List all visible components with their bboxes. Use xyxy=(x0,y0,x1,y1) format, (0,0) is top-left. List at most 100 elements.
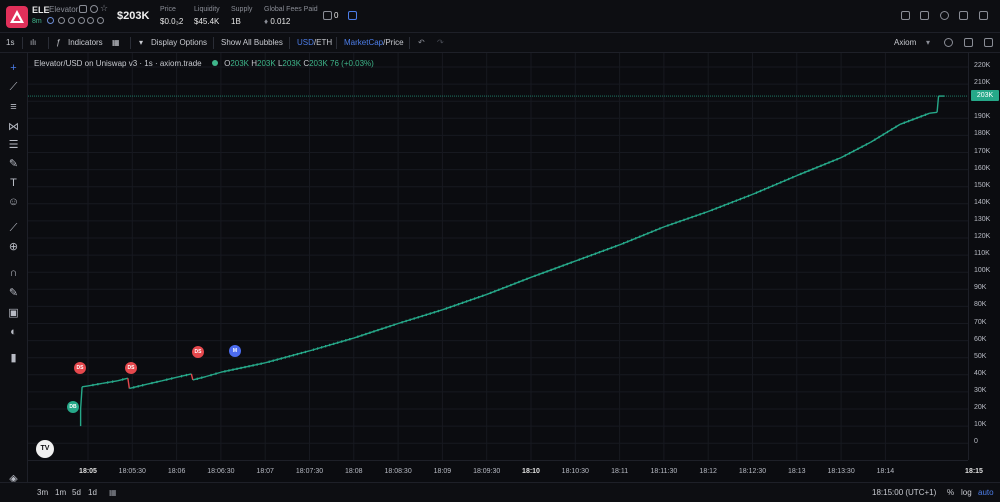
log-toggle[interactable]: log xyxy=(961,488,972,497)
candle xyxy=(848,152,851,155)
candle xyxy=(768,186,770,189)
ruler-icon[interactable]: ⟋ xyxy=(7,222,20,234)
zoom-icon[interactable]: ⊕ xyxy=(7,241,20,253)
interval-selector[interactable]: 1s xyxy=(6,38,14,47)
share-icon[interactable] xyxy=(90,5,98,13)
tradingview-logo[interactable]: TV xyxy=(36,440,54,458)
trash-icon[interactable]: ▮ xyxy=(7,352,20,364)
crosshair-icon[interactable]: + xyxy=(7,62,20,74)
star-icon[interactable]: ☆ xyxy=(100,4,108,13)
source-selector[interactable]: Axiom xyxy=(894,38,916,47)
chart-canvas[interactable] xyxy=(28,53,968,460)
price-chart[interactable]: Elevator/USD on Uniswap v3 · 1s · axiom.… xyxy=(28,53,968,460)
chevron-down-icon[interactable]: ▾ xyxy=(139,38,143,47)
candle xyxy=(578,258,580,261)
candle xyxy=(196,377,198,380)
brush-icon[interactable]: ✎ xyxy=(7,158,20,170)
time-axis[interactable]: 18:05 18:05:30 18:06 18:06:30 18:07 18:07:30 1… xyxy=(28,460,983,482)
emoji-icon[interactable]: ☺ xyxy=(7,196,20,208)
candle xyxy=(185,373,188,377)
trade-bubble[interactable]: M xyxy=(229,345,241,357)
candle xyxy=(912,118,914,121)
swap-icon[interactable] xyxy=(959,11,968,20)
y-tick-label: 170K xyxy=(974,147,991,155)
text-icon[interactable]: T xyxy=(7,177,20,189)
trendline-icon[interactable]: ⟋ xyxy=(7,81,20,93)
globe-icon[interactable] xyxy=(68,17,75,24)
candle xyxy=(566,262,568,266)
layout-grid-icon[interactable]: ▦ xyxy=(112,38,120,47)
y-tick-label: 140K xyxy=(974,198,991,206)
camera-icon[interactable] xyxy=(984,38,993,47)
token-age: 8m xyxy=(32,18,42,25)
candle xyxy=(215,372,217,375)
display-options-button[interactable]: Display Options xyxy=(151,38,207,47)
price-segment xyxy=(796,156,842,177)
fib-icon[interactable]: ☰ xyxy=(7,139,20,151)
chevron-down-icon[interactable]: ▾ xyxy=(926,38,930,47)
percent-toggle[interactable]: % xyxy=(947,488,954,497)
candle xyxy=(723,204,725,207)
price-segment xyxy=(397,309,443,325)
search-icon[interactable] xyxy=(97,17,104,24)
divider xyxy=(409,37,410,49)
magnet-icon[interactable]: ∩ xyxy=(7,267,20,279)
fullscreen-icon[interactable] xyxy=(964,38,973,47)
layout-icon[interactable] xyxy=(979,11,988,20)
coin-icon[interactable] xyxy=(940,11,949,20)
price-segment xyxy=(929,111,938,114)
indicators-icon[interactable]: ƒ xyxy=(56,38,60,47)
candle-type-icon[interactable]: ılı xyxy=(30,38,36,47)
x-tick-label: 18:09:30 xyxy=(473,468,501,475)
lock-drawings-icon[interactable]: ✎ xyxy=(7,287,20,299)
candle xyxy=(920,115,922,118)
candle xyxy=(357,335,359,338)
x-icon[interactable] xyxy=(78,17,85,24)
x-tick-label: 18:13:30 xyxy=(827,468,855,475)
range-3m[interactable]: 3m xyxy=(37,488,48,497)
mcap-price-toggle[interactable]: MarketCap/Price xyxy=(344,38,404,47)
currency-toggle[interactable]: USD/ETH xyxy=(297,38,332,47)
legend-close: 203K xyxy=(309,59,328,68)
pitchfork-icon[interactable]: ⋈ xyxy=(7,121,20,133)
candle xyxy=(643,233,645,237)
legend-open: 203K xyxy=(230,59,250,68)
divider xyxy=(48,37,49,49)
price-segment xyxy=(530,260,576,278)
redo-icon[interactable]: ↷ xyxy=(437,38,444,47)
candle xyxy=(828,161,830,164)
candle xyxy=(903,121,905,124)
trade-bubble[interactable]: DS xyxy=(74,362,86,374)
calendar-icon[interactable]: ▦ xyxy=(109,488,117,497)
user-icon[interactable] xyxy=(47,17,54,24)
clock-time[interactable]: 18:15:00 (UTC+1) xyxy=(872,488,936,497)
candle xyxy=(812,167,814,171)
copy-icon[interactable] xyxy=(79,5,87,13)
gear-icon[interactable] xyxy=(944,38,953,47)
trade-bubble[interactable]: DS xyxy=(192,346,204,358)
settings-icon[interactable] xyxy=(901,11,910,20)
indicators-button[interactable]: Indicators xyxy=(68,38,103,47)
candle xyxy=(776,182,778,186)
undo-icon[interactable]: ↶ xyxy=(418,38,425,47)
lock-icon[interactable]: ▣ xyxy=(7,307,20,319)
price-axis[interactable]: 220K210K200K190K180K170K160K150K140K130K… xyxy=(968,53,1000,460)
trade-bubble[interactable]: DS xyxy=(125,362,137,374)
eye-icon[interactable]: ◐ xyxy=(7,326,20,338)
y-tick-label: 70K xyxy=(974,318,987,326)
telegram-icon[interactable] xyxy=(87,17,94,24)
chef-icon[interactable] xyxy=(58,17,65,24)
stat-global-fees: Global Fees Paid ♦ 0.012 xyxy=(264,6,318,26)
auto-toggle[interactable]: auto xyxy=(978,488,994,497)
megaphone-icon[interactable] xyxy=(348,11,357,20)
horizontal-lines-icon[interactable]: ≡ xyxy=(7,101,20,113)
range-1m[interactable]: 1m xyxy=(55,488,66,497)
candle xyxy=(389,324,391,328)
show-all-bubbles-button[interactable]: Show All Bubbles xyxy=(221,38,283,47)
trade-bubble[interactable]: DB xyxy=(67,401,79,413)
range-1d[interactable]: 1d xyxy=(88,488,97,497)
candle xyxy=(695,214,697,217)
list-icon[interactable] xyxy=(920,11,929,20)
candle xyxy=(405,319,407,323)
range-5d[interactable]: 5d xyxy=(72,488,81,497)
